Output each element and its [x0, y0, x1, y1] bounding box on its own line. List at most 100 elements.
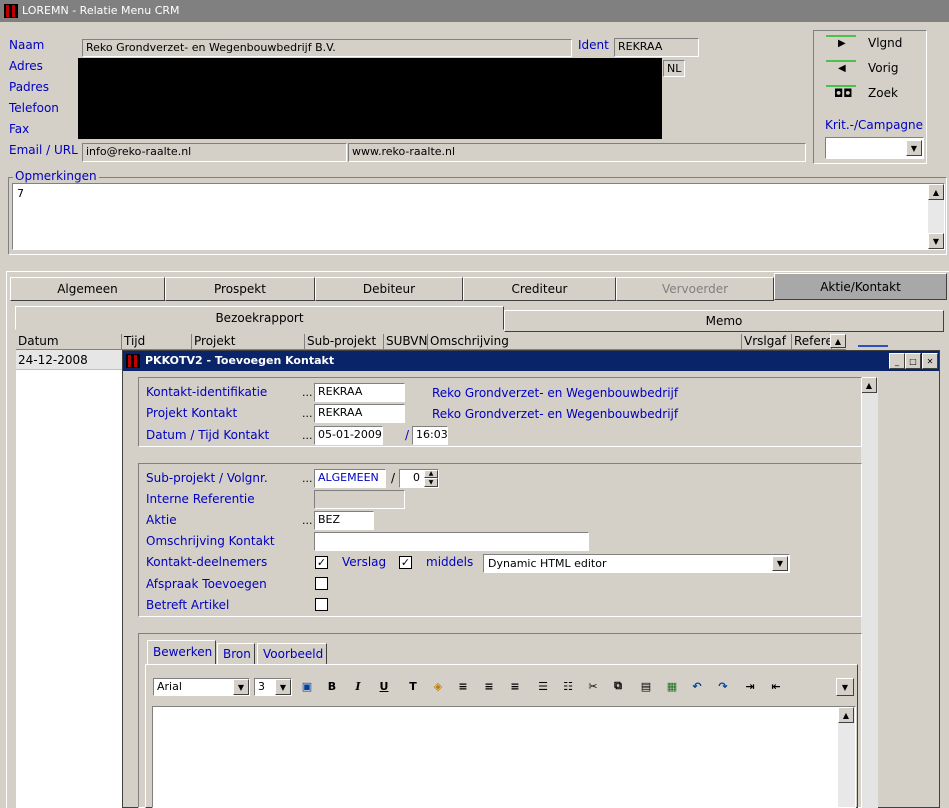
stepper-down-icon[interactable]: ▼ — [424, 478, 438, 487]
dialog-icon — [126, 354, 140, 368]
editor-scroll-up-icon[interactable]: ▲ — [838, 707, 854, 723]
table-row[interactable]: 24-12-2008 — [16, 350, 124, 370]
toolbar-menu-chevron-down-icon[interactable]: ▼ — [836, 678, 854, 696]
deelnemers-label: Kontakt-deelnemers — [146, 555, 268, 569]
country-field[interactable]: NL — [663, 60, 685, 77]
projekt-dots: ... — [302, 407, 313, 420]
projekt-field[interactable]: REKRAA — [314, 404, 405, 423]
interne-field[interactable] — [314, 490, 405, 509]
editor-tab-bewerken[interactable]: Bewerken — [147, 640, 216, 665]
outdent-icon[interactable]: ⇤ — [766, 676, 786, 696]
size-select[interactable]: 3 ▼ — [254, 678, 292, 696]
middels-chevron-down-icon[interactable]: ▼ — [772, 556, 788, 571]
col-datum[interactable]: Datum — [16, 334, 122, 350]
tab-crediteur[interactable]: Crediteur — [463, 277, 616, 301]
dialog-title: PKKOTV2 - Toevoegen Kontakt — [145, 354, 335, 367]
naam-field[interactable]: Reko Grondverzet- en Wegenbouwbedrijf B.… — [82, 39, 572, 57]
remarks-scrollbar[interactable]: ▲ ▼ — [928, 184, 944, 249]
scroll-down-icon[interactable]: ▼ — [928, 233, 944, 249]
subprojekt-field[interactable]: ALGEMEEN — [314, 469, 386, 488]
datum-field[interactable]: 05-01-2009 — [314, 426, 383, 445]
underline-icon[interactable]: U — [374, 676, 394, 696]
next-button[interactable]: ▶ Vlgnd — [826, 34, 926, 54]
minimize-icon[interactable]: _ — [889, 353, 905, 369]
remarks-textarea[interactable]: 7 ▲ ▼ — [12, 183, 945, 250]
highlight-icon[interactable]: ◈ — [428, 676, 448, 696]
col-omschrijving[interactable]: Omschrijving — [428, 334, 742, 350]
contacts-grid: 24-12-2008 — [16, 350, 124, 808]
tab-debiteur[interactable]: Debiteur — [315, 277, 463, 301]
ident-field[interactable]: REKRAA — [614, 38, 699, 57]
size-chevron-down-icon[interactable]: ▼ — [275, 679, 291, 695]
col-refere[interactable]: Refere — [792, 334, 832, 350]
grid-scroll-indicator — [858, 345, 888, 347]
deelnemers-checkbox[interactable]: ✓ — [315, 556, 328, 569]
text-color-icon[interactable]: T — [403, 676, 423, 696]
italic-icon[interactable]: I — [348, 676, 368, 696]
col-subvn[interactable]: SUBVN — [384, 334, 428, 350]
campaign-select[interactable]: ▼ — [825, 137, 924, 159]
aktie-field[interactable]: BEZ — [314, 511, 374, 530]
editor-scrollbar[interactable]: ▲ — [838, 707, 855, 807]
tab-vervoerder[interactable]: Vervoerder — [616, 277, 774, 301]
bold-icon[interactable]: B — [322, 676, 342, 696]
search-label: Zoek — [868, 86, 898, 100]
maximize-icon[interactable]: □ — [905, 353, 921, 369]
cut-icon[interactable]: ✂ — [583, 676, 603, 696]
editor-body[interactable]: ▲ — [152, 706, 856, 808]
font-select[interactable]: Arial ▼ — [153, 678, 250, 696]
redo-icon[interactable]: ↷ — [713, 676, 733, 696]
kontakt-id-name: Reko Grondverzet- en Wegenbouwbedrijf — [432, 386, 679, 400]
app-title-bar: LOREMN - Relatie Menu CRM — [0, 0, 949, 22]
kontakt-id-field[interactable]: REKRAA — [314, 383, 405, 402]
omschrijving-label: Omschrijving Kontakt — [146, 534, 275, 548]
bullet-list-icon[interactable]: ☷ — [558, 676, 578, 696]
dialog-scrollbar[interactable]: ▲ — [861, 377, 878, 808]
omschrijving-field[interactable] — [314, 532, 589, 551]
artikel-checkbox[interactable] — [315, 598, 328, 611]
url-field[interactable]: www.reko-raalte.nl — [348, 143, 806, 162]
scroll-up-icon[interactable]: ▲ — [928, 184, 944, 200]
col-projekt[interactable]: Projekt — [192, 334, 305, 350]
editor-tab-bron[interactable]: Bron — [217, 643, 255, 665]
projekt-name: Reko Grondverzet- en Wegenbouwbedrijf — [432, 407, 679, 421]
font-chevron-down-icon[interactable]: ▼ — [233, 679, 249, 695]
editor-tab-voorbeeld[interactable]: Voorbeeld — [257, 643, 327, 665]
email-field[interactable]: info@reko-raalte.nl — [82, 143, 347, 162]
search-button[interactable]: ◘◘ Zoek — [826, 84, 926, 104]
dialog-scroll-up-icon[interactable]: ▲ — [861, 377, 877, 393]
adres-label: Adres — [9, 59, 43, 73]
col-vrslgaf[interactable]: Vrslgaf — [742, 334, 792, 350]
paste-icon[interactable]: ▤ — [636, 676, 656, 696]
grid-scroll-up-icon[interactable]: ▲ — [830, 334, 846, 348]
tab-prospekt[interactable]: Prospekt — [165, 277, 315, 301]
kontakt-id-dots: ... — [302, 386, 313, 399]
afspraak-checkbox[interactable] — [315, 577, 328, 590]
verslag-checkbox[interactable]: ✓ — [399, 556, 412, 569]
col-tijd[interactable]: Tijd — [122, 334, 192, 350]
tab-algemeen[interactable]: Algemeen — [10, 277, 165, 301]
save-icon[interactable]: ▣ — [297, 676, 317, 696]
prev-button[interactable]: ◀ Vorig — [826, 59, 926, 79]
indent-icon[interactable]: ⇥ — [740, 676, 760, 696]
chevron-down-icon[interactable]: ▼ — [906, 140, 922, 156]
undo-icon[interactable]: ↶ — [687, 676, 707, 696]
image-icon[interactable]: ▦ — [662, 676, 682, 696]
subtab-memo[interactable]: Memo — [504, 310, 944, 332]
tijd-field[interactable]: 16:03 — [412, 426, 448, 445]
volgnr-stepper[interactable]: 0 ▲ ▼ — [399, 469, 439, 488]
aktie-label: Aktie — [146, 513, 177, 527]
interne-label: Interne Referentie — [146, 492, 255, 506]
align-left-icon[interactable]: ≡ — [453, 676, 473, 696]
close-icon[interactable]: ✕ — [922, 353, 938, 369]
copy-icon[interactable]: ⧉ — [608, 676, 628, 696]
col-subprojekt[interactable]: Sub-projekt — [305, 334, 384, 350]
subtab-bezoekrapport[interactable]: Bezoekrapport — [15, 306, 504, 330]
stepper-up-icon[interactable]: ▲ — [424, 470, 438, 478]
numbered-list-icon[interactable]: ☰ — [533, 676, 553, 696]
tab-aktie-kontakt[interactable]: Aktie/Kontakt — [774, 273, 947, 300]
align-center-icon[interactable]: ≡ — [479, 676, 499, 696]
align-right-icon[interactable]: ≡ — [505, 676, 525, 696]
middels-select[interactable]: Dynamic HTML editor ▼ — [483, 554, 790, 573]
ident-label: Ident — [578, 38, 609, 52]
